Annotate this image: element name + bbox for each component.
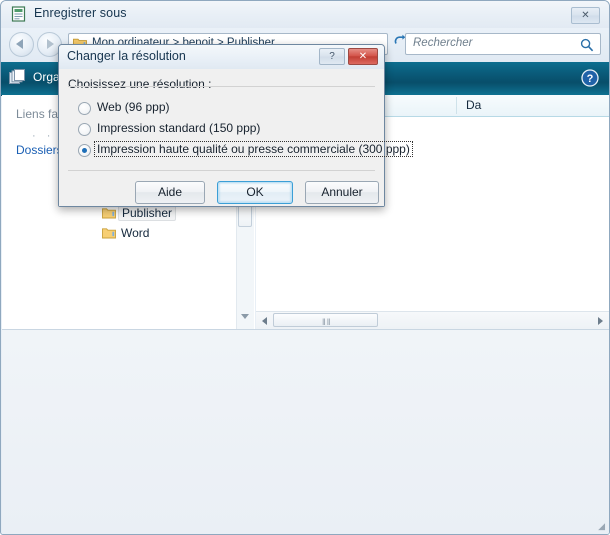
tree-item-label: Publisher bbox=[118, 205, 177, 221]
dialog-title: Changer la résolution bbox=[67, 49, 186, 63]
dialog-close-icon[interactable]: ✕ bbox=[348, 48, 378, 65]
folder-icon bbox=[102, 207, 116, 219]
window-titlebar: Enregistrer sous ✕ bbox=[1, 1, 609, 29]
scrollbar-grip-icon: ‖‖ bbox=[322, 317, 332, 327]
resize-grip-icon[interactable]: ◢ bbox=[598, 521, 605, 532]
radio-selected-dot bbox=[82, 148, 87, 153]
column-divider[interactable] bbox=[456, 97, 457, 114]
radio-circle-icon bbox=[78, 144, 91, 157]
folder-icon bbox=[102, 227, 116, 239]
radio-label: Impression haute qualité ou presse comme… bbox=[94, 141, 413, 157]
back-arrow-icon bbox=[16, 39, 23, 49]
dialog-prompt: Choisissez une résolution : bbox=[68, 77, 217, 91]
search-icon bbox=[580, 38, 594, 55]
search-input[interactable]: Rechercher bbox=[405, 33, 601, 55]
column-header-date[interactable]: Da bbox=[466, 98, 481, 112]
chevron-left-icon[interactable] bbox=[262, 317, 267, 325]
save-form: Nom de fichier : macarte.tif Type : Form… bbox=[2, 329, 609, 534]
svg-text:?: ? bbox=[587, 73, 594, 85]
chevron-down-icon[interactable] bbox=[241, 314, 249, 319]
dialog-help-button[interactable]: ? bbox=[319, 48, 345, 65]
change-resolution-dialog: Changer la résolution ? ✕ Choisissez une… bbox=[58, 44, 413, 207]
dialog-body: Choisissez une résolution : Web (96 ppp)… bbox=[59, 69, 413, 206]
dialog-button-separator bbox=[68, 170, 375, 171]
radio-label: Web (96 ppp) bbox=[97, 100, 170, 114]
radio-label: Impression standard (150 ppp) bbox=[97, 121, 261, 135]
help-circle-icon[interactable]: ? bbox=[581, 69, 599, 87]
publisher-document-icon bbox=[11, 6, 28, 23]
dialog-titlebar: Changer la résolution ? ✕ bbox=[59, 45, 384, 70]
tree-scrollbar-thumb[interactable] bbox=[238, 205, 252, 227]
dialog-group-separator bbox=[68, 86, 375, 87]
window-title: Enregistrer sous bbox=[34, 6, 127, 20]
radio-circle-icon bbox=[78, 123, 91, 136]
forward-arrow-icon bbox=[47, 39, 54, 49]
file-list-hscrollbar[interactable]: ‖‖ bbox=[256, 311, 609, 329]
save-as-window: Enregistrer sous ✕ Mon ordinateur > beno… bbox=[0, 0, 610, 535]
dialog-help-action-button[interactable]: Aide bbox=[135, 181, 205, 204]
hscrollbar-thumb[interactable]: ‖‖ bbox=[273, 313, 378, 327]
chevron-right-icon[interactable] bbox=[598, 317, 603, 325]
close-icon[interactable]: ✕ bbox=[571, 7, 600, 24]
radio-circle-icon bbox=[78, 102, 91, 115]
dialog-cancel-button[interactable]: Annuler bbox=[305, 181, 379, 204]
organize-stack-icon bbox=[9, 69, 28, 86]
dialog-ok-button[interactable]: OK bbox=[217, 181, 293, 204]
tree-item-label: Word bbox=[121, 226, 150, 240]
back-button[interactable] bbox=[9, 32, 34, 57]
tree-item-word[interactable]: Word bbox=[102, 224, 242, 243]
sidebar-placeholder-dots: · · bbox=[32, 130, 55, 142]
folders-header[interactable]: Dossiers bbox=[16, 143, 63, 157]
search-placeholder: Rechercher bbox=[413, 37, 473, 49]
